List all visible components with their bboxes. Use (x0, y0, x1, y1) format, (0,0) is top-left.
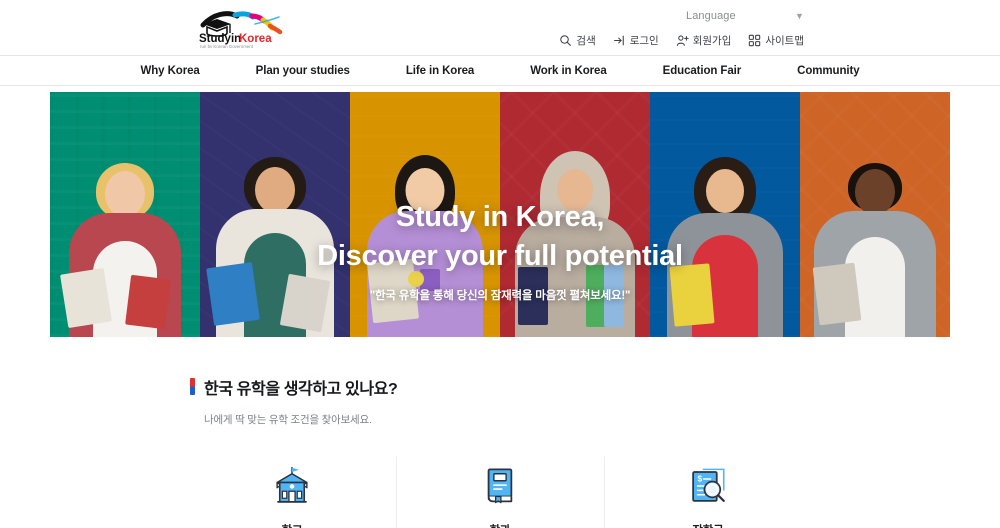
nav-item-why-korea[interactable]: Why Korea (113, 65, 228, 77)
section-subtitle: 나에게 딱 맞는 유학 조건을 찾아보세요. (204, 414, 372, 426)
login-icon (613, 35, 624, 46)
section-heading: 한국 유학을 생각하고 있나요? (190, 375, 810, 399)
card-label-department: 학과 (490, 522, 511, 528)
nav-item-work-in-korea[interactable]: Work in Korea (502, 65, 634, 77)
hero-figure-4 (500, 151, 650, 337)
quick-link-cards: 학교 학과 $ (188, 457, 812, 528)
hero-figure-5 (650, 157, 800, 337)
logo-graphic: Studyin Korea run by Korean Government (199, 11, 283, 49)
korean-flag-accent-bar (190, 378, 195, 395)
hero-panel-5 (650, 92, 800, 337)
main-nav: Why Korea Plan your studies Life in Kore… (0, 56, 1000, 86)
nav-item-community[interactable]: Community (769, 65, 887, 77)
search-icon (560, 35, 572, 46)
study-conditions-section: 한국 유학을 생각하고 있나요? 나에게 딱 맞는 유학 조건을 찾아보세요. … (0, 337, 1000, 528)
utility-label-search: 검색 (576, 35, 596, 47)
nav-item-plan-your-studies[interactable]: Plan your studies (228, 65, 378, 77)
book-icon (487, 468, 513, 504)
user-add-icon (676, 35, 689, 46)
utility-link-search[interactable]: 검색 (559, 33, 596, 48)
utility-label-sitemap: 사이트맵 (765, 35, 804, 47)
utility-link-signup[interactable]: 회원가입 (676, 33, 732, 48)
hero-panel-strip (50, 92, 950, 337)
logo-tagline: run by Korean Government (200, 44, 254, 48)
utility-link-sitemap[interactable]: 사이트맵 (748, 33, 804, 48)
utility-nav: 검색 로그인 회원가입 사이트맵 (559, 33, 804, 48)
hero-figure-2 (200, 157, 350, 337)
svg-text:$: $ (698, 474, 703, 484)
hero-panel-2 (200, 92, 350, 337)
card-department[interactable]: 학과 (396, 457, 604, 528)
hero-figure-6 (800, 157, 950, 337)
card-label-scholarship: 장학금 (692, 522, 723, 528)
nav-item-life-in-korea[interactable]: Life in Korea (378, 65, 502, 77)
hero-panel-3 (350, 92, 500, 337)
hero-banner[interactable]: Study in Korea, Discover your full poten… (50, 92, 950, 337)
card-label-school: 학교 (282, 522, 303, 528)
language-selector-label: Language (686, 10, 736, 22)
chevron-down-icon: ▼ (794, 10, 804, 21)
nav-item-education-fair[interactable]: Education Fair (635, 65, 769, 77)
hero-panel-6 (800, 92, 950, 337)
language-selector[interactable]: Language ▼ (686, 5, 804, 27)
utility-label-signup: 회원가입 (692, 35, 732, 47)
scholarship-search-icon: $ (692, 468, 725, 503)
school-building-icon (276, 466, 308, 503)
utility-link-login[interactable]: 로그인 (613, 33, 659, 48)
site-header: Studyin Korea run by Korean Government L… (0, 0, 1000, 56)
section-title: 한국 유학을 생각하고 있나요? (204, 381, 398, 398)
card-scholarship[interactable]: $ 장학금 (604, 457, 812, 528)
hero-figure-1 (50, 163, 200, 337)
utility-label-login: 로그인 (629, 35, 659, 47)
hero-panel-1 (50, 92, 200, 337)
hero-figure-3 (350, 155, 500, 337)
hero-panel-4 (500, 92, 650, 337)
sitemap-icon (749, 34, 761, 47)
site-logo[interactable]: Studyin Korea run by Korean Government (197, 8, 289, 49)
card-school[interactable]: 학교 (188, 459, 396, 528)
